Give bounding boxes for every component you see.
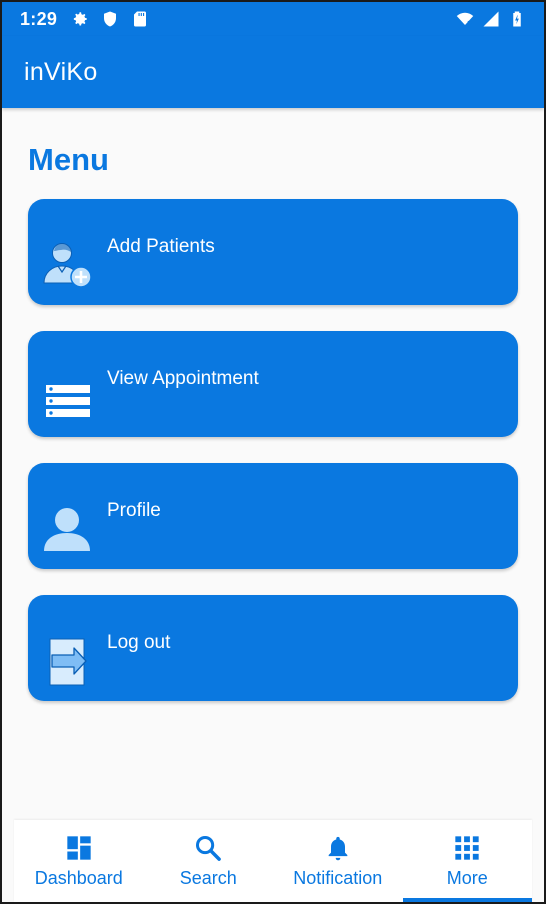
nav-label: More xyxy=(446,868,488,888)
logout-icon xyxy=(49,638,87,686)
status-left-icons xyxy=(71,10,149,28)
person-icon xyxy=(44,508,90,551)
main-content: Menu Add Patients View Appointment Profi… xyxy=(2,108,544,820)
status-time: 1:29 xyxy=(20,8,58,29)
nav-item-notification[interactable]: Notification xyxy=(273,820,403,902)
nav-item-more[interactable]: More xyxy=(402,820,533,902)
add-patient-icon xyxy=(43,243,92,288)
bell-icon xyxy=(328,836,348,861)
menu-card-profile[interactable]: Profile xyxy=(28,463,518,569)
menu-card-label: View Appointment xyxy=(107,368,259,389)
nav-label: Notification xyxy=(293,868,383,888)
wifi-icon xyxy=(456,12,474,26)
menu-card-add-patients[interactable]: Add Patients xyxy=(28,199,518,305)
nav-item-search[interactable]: Search xyxy=(144,820,274,902)
grid-icon xyxy=(455,836,479,860)
nav-label: Search xyxy=(179,868,237,888)
page-title: Menu xyxy=(28,142,109,177)
search-icon xyxy=(196,835,222,861)
app-bar: inViKo xyxy=(2,36,544,108)
nav-item-dashboard[interactable]: Dashboard xyxy=(14,820,144,902)
menu-card-label: Add Patients xyxy=(107,236,215,257)
gear-icon xyxy=(74,12,87,26)
status-right-icons xyxy=(456,10,526,28)
dashboard-icon xyxy=(67,836,91,860)
shield-icon xyxy=(104,11,117,27)
menu-card-label: Log out xyxy=(107,632,171,653)
signal-icon xyxy=(483,11,499,27)
sd-card-icon xyxy=(134,11,147,27)
nav-label: Dashboard xyxy=(34,868,123,888)
status-bar: 1:29 xyxy=(2,2,544,36)
menu-card-view-appointment[interactable]: View Appointment xyxy=(28,331,518,437)
menu-card-label: Profile xyxy=(107,500,161,521)
bottom-nav: Dashboard Search Notification More xyxy=(14,820,532,902)
battery-icon xyxy=(513,11,521,27)
list-icon xyxy=(46,385,90,417)
menu-card-logout[interactable]: Log out xyxy=(28,595,518,701)
app-frame: 1:29 inViKo Menu Add Patients View Appoi… xyxy=(0,0,546,904)
app-title: inViKo xyxy=(24,57,98,86)
